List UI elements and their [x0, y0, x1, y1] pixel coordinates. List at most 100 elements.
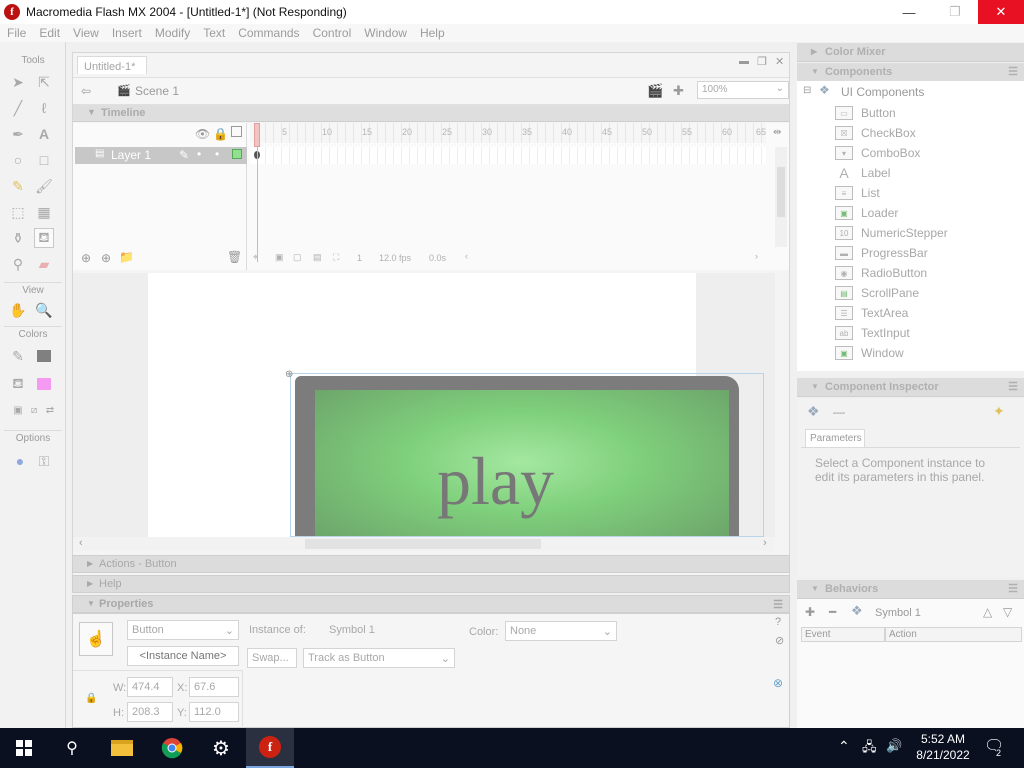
swap-button[interactable]: Swap...	[247, 648, 297, 668]
menu-window[interactable]: Window	[357, 26, 413, 40]
line-tool-icon[interactable]: ╱	[8, 98, 28, 118]
help-panel-bar[interactable]: ▶ Help	[72, 575, 790, 593]
layer-row[interactable]: ▤ Layer 1 ✎ • •	[75, 147, 247, 164]
component-window[interactable]: ▣ Window	[835, 343, 904, 363]
scroll-thumb[interactable]	[777, 167, 785, 217]
component-textinput[interactable]: ab TextInput	[835, 323, 910, 343]
zoom-tool-icon[interactable]: 🔍	[34, 300, 54, 320]
playhead[interactable]	[254, 123, 260, 147]
settings-gear-icon[interactable]: ⚙	[197, 728, 245, 768]
minimize-button[interactable]: —	[886, 0, 932, 24]
height-field[interactable]	[127, 702, 173, 722]
x-field[interactable]	[189, 677, 239, 697]
scroll-thumb[interactable]	[305, 539, 541, 549]
panel-options-icon[interactable]: ☰	[1008, 65, 1018, 78]
brush-tool-icon[interactable]: 🖌	[34, 176, 54, 196]
remove-behavior-icon[interactable]: ━	[829, 605, 836, 619]
pen-tool-icon[interactable]: ✒	[8, 124, 28, 144]
ui-components-folder[interactable]: UI Components	[841, 85, 924, 99]
scroll-left-icon[interactable]: ‹	[465, 251, 468, 261]
component-checkbox[interactable]: ☒ CheckBox	[835, 123, 916, 143]
visible-dot[interactable]: •	[197, 147, 201, 161]
onion-skin-icon[interactable]: ▣	[275, 252, 284, 263]
component-inspector-header[interactable]: ▼ Component Inspector ☰	[797, 378, 1024, 397]
move-up-icon[interactable]: △	[983, 605, 992, 619]
fill-color-swatch[interactable]	[34, 374, 54, 394]
color-effect-select[interactable]: None ⌄	[505, 621, 617, 641]
maximize-button[interactable]: ❐	[932, 0, 978, 24]
stage-hscrollbar[interactable]: ‹ ›	[73, 537, 775, 551]
menu-edit[interactable]: Edit	[32, 26, 66, 40]
component-radiobutton[interactable]: ◉ RadioButton	[835, 263, 927, 283]
doc-close-icon[interactable]: ✕	[775, 55, 784, 68]
menu-commands[interactable]: Commands	[231, 26, 305, 40]
stage[interactable]: play ⊕	[148, 273, 764, 537]
outline-icon[interactable]	[231, 126, 242, 137]
timeline-options-icon[interactable]: ⇹	[773, 127, 781, 138]
rectangle-tool-icon[interactable]: □	[34, 150, 54, 170]
menu-file[interactable]: File	[0, 26, 32, 40]
lock-icon[interactable]: 🔒	[213, 127, 228, 141]
scroll-right-icon[interactable]: ›	[763, 537, 767, 549]
menu-control[interactable]: Control	[306, 26, 358, 40]
edit-symbols-icon[interactable]: ✚	[673, 83, 684, 99]
lock-dot[interactable]: •	[215, 147, 219, 161]
panel-options-icon[interactable]: ☰	[1008, 582, 1018, 595]
lock-fill-icon[interactable]: ⚿	[34, 451, 54, 471]
text-tool-icon[interactable]: A	[34, 124, 54, 144]
button-instance[interactable]: play	[290, 373, 764, 537]
eraser-tool-icon[interactable]: ▰	[34, 254, 54, 274]
component-numericstepper[interactable]: 10 NumericStepper	[835, 223, 948, 243]
component-scrollpane[interactable]: ▤ ScrollPane	[835, 283, 919, 303]
document-tab[interactable]: Untitled-1*	[77, 56, 147, 74]
component-progressbar[interactable]: ▬ ProgressBar	[835, 243, 928, 263]
frame-rate[interactable]: 12.0 fps	[379, 253, 411, 263]
color-mixer-header[interactable]: ▶ Color Mixer	[797, 43, 1024, 62]
paint-bucket-tool-icon[interactable]: ⛾	[34, 228, 54, 248]
back-arrow-icon[interactable]: ⇦	[81, 84, 91, 98]
component-button[interactable]: ▭ Button	[835, 103, 896, 123]
fill-transform-tool-icon[interactable]: ▦	[34, 202, 54, 222]
free-transform-tool-icon[interactable]: ⬚	[8, 202, 28, 222]
scene-name[interactable]: Scene 1	[135, 84, 179, 98]
layer-color-box[interactable]	[232, 149, 242, 159]
menu-view[interactable]: View	[66, 26, 105, 40]
instance-name-input[interactable]	[127, 646, 239, 666]
help-icon[interactable]: ?	[775, 616, 781, 628]
swap-colors-icon[interactable]: ⇄	[40, 400, 60, 420]
lasso-tool-icon[interactable]: ℓ	[34, 98, 54, 118]
frames-area[interactable]: 5 10 15 20 25 30 35 40 45 50 55 60 65	[250, 123, 766, 270]
component-textarea[interactable]: ☰ TextArea	[835, 303, 908, 323]
onion-outline-icon[interactable]: ▢	[293, 252, 302, 263]
delete-layer-icon[interactable]: 🗑	[227, 250, 242, 264]
component-label[interactable]: A Label	[835, 163, 890, 183]
symbol-type-select[interactable]: Button ⌄	[127, 620, 239, 640]
edit-multiple-frames-icon[interactable]: ▤	[313, 252, 322, 263]
component-combobox[interactable]: ▾ ComboBox	[835, 143, 920, 163]
component-loader[interactable]: ▣ Loader	[835, 203, 898, 223]
y-field[interactable]	[189, 702, 239, 722]
event-column-header[interactable]: Event	[801, 627, 885, 642]
menu-modify[interactable]: Modify	[148, 26, 196, 40]
live-preview-icon[interactable]: ✦	[993, 403, 1005, 420]
tab-parameters[interactable]: Parameters	[805, 429, 865, 447]
behaviors-header[interactable]: ▼ Behaviors ☰	[797, 580, 1024, 599]
pencil-tool-icon[interactable]: ✎	[8, 176, 28, 196]
scroll-left-icon[interactable]: ‹	[79, 537, 83, 549]
add-guide-layer-icon[interactable]: ⊕	[101, 251, 111, 265]
clock[interactable]: 5:52 AM 8/21/2022	[912, 731, 974, 763]
panel-options-icon[interactable]: ☰	[1008, 380, 1018, 393]
network-icon[interactable]: 🖧	[862, 738, 877, 760]
edit-scene-icon[interactable]: 🎬	[647, 83, 663, 99]
file-explorer-icon[interactable]	[98, 728, 146, 768]
collapse-tree-icon[interactable]: ⊟	[803, 85, 811, 96]
edit-in-place-icon[interactable]: ⊘	[775, 634, 784, 647]
add-folder-icon[interactable]: 📁	[119, 250, 134, 264]
panel-options-icon[interactable]: ☰	[773, 598, 783, 611]
width-field[interactable]	[127, 677, 173, 697]
arrow-tool-icon[interactable]: ➤	[8, 72, 28, 92]
scroll-right-icon[interactable]: ›	[755, 251, 758, 261]
ink-bottle-tool-icon[interactable]: ⚱	[8, 228, 28, 248]
volume-icon[interactable]: 🔊	[886, 738, 902, 754]
menu-help[interactable]: Help	[413, 26, 451, 40]
